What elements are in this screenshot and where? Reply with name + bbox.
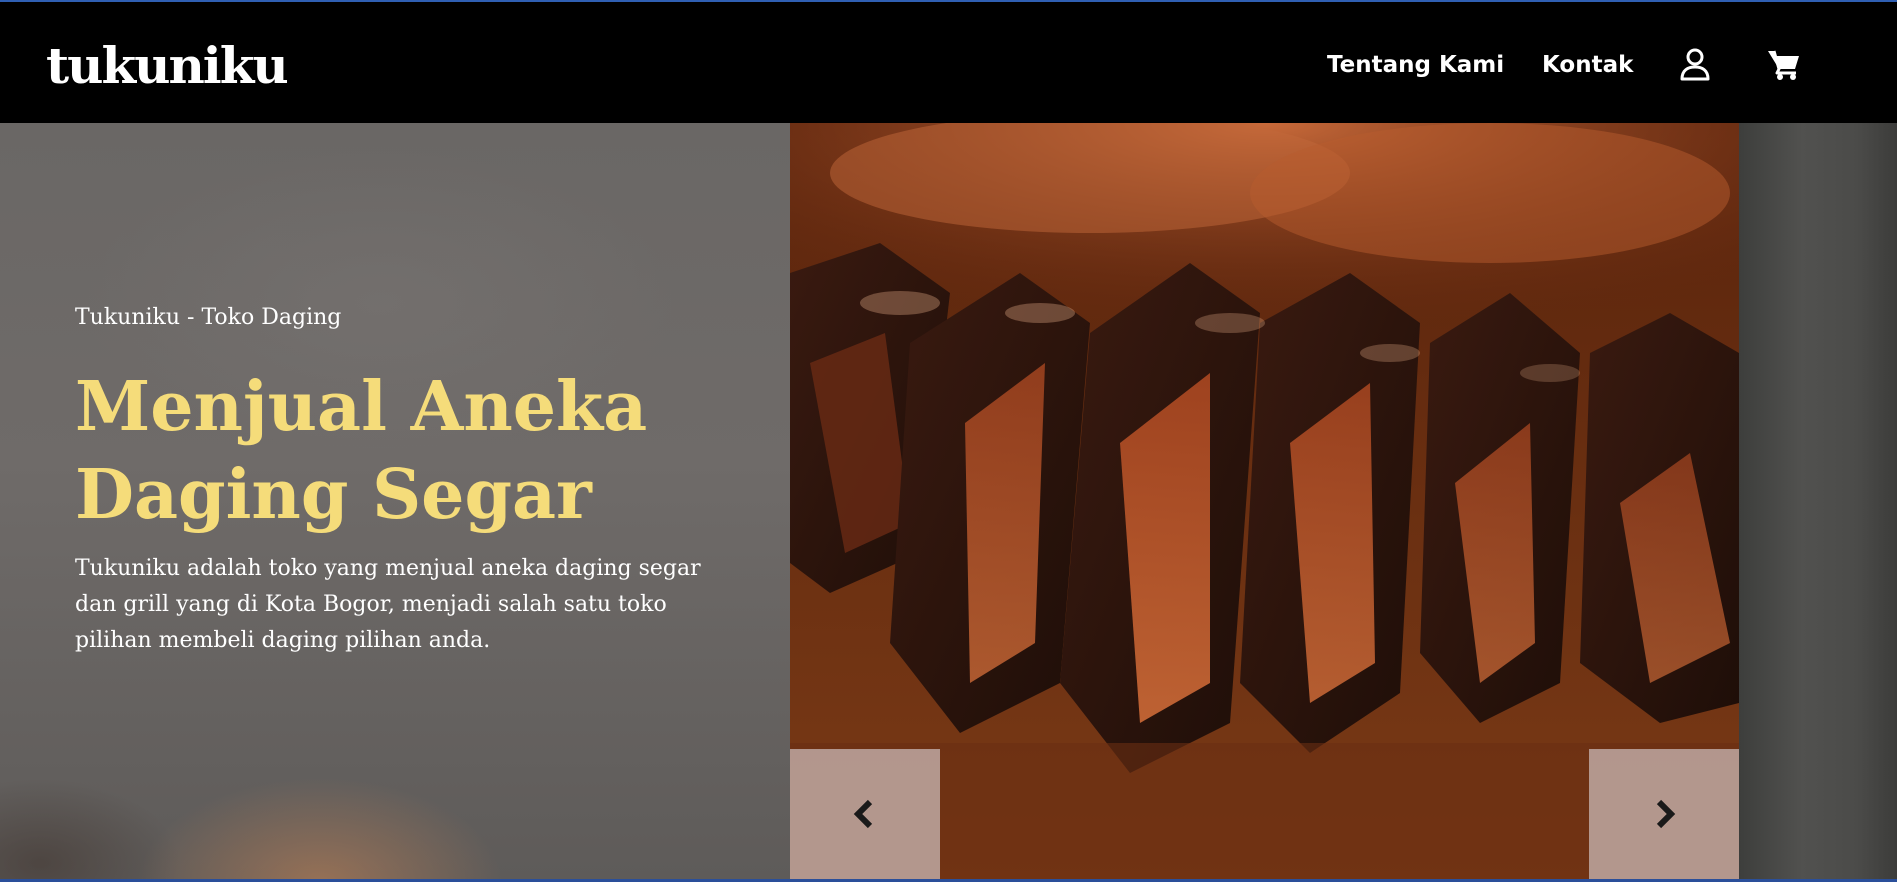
hero-subtitle: Tukuniku - Toko Daging [75,305,342,330]
chevron-right-icon [1656,799,1676,829]
nav-link-tentang-kami[interactable]: Tentang Kami [1327,50,1504,80]
slider-next-button[interactable] [1589,749,1739,879]
page: tukuniku Tentang Kami Kontak Tukuniku - … [0,0,1897,882]
user-icon[interactable] [1677,46,1713,82]
slider-prev-button[interactable] [790,749,940,879]
hero-title: Menjual Aneka Daging Segar [75,363,725,539]
cart-icon[interactable] [1766,46,1802,82]
chevron-left-icon [853,799,873,829]
hero-section: Tukuniku - Toko Daging Menjual Aneka Dag… [0,123,1897,879]
hero-title-line-1: Menjual Aneka [75,367,648,447]
navbar: tukuniku Tentang Kami Kontak [0,2,1897,123]
nav-link-kontak[interactable]: Kontak [1542,50,1633,80]
hero-title-line-2: Daging Segar [75,455,592,535]
hero-background-right [1739,123,1897,879]
logo[interactable]: tukuniku [46,36,289,96]
hero-description: Tukuniku adalah toko yang menjual aneka … [75,556,701,653]
